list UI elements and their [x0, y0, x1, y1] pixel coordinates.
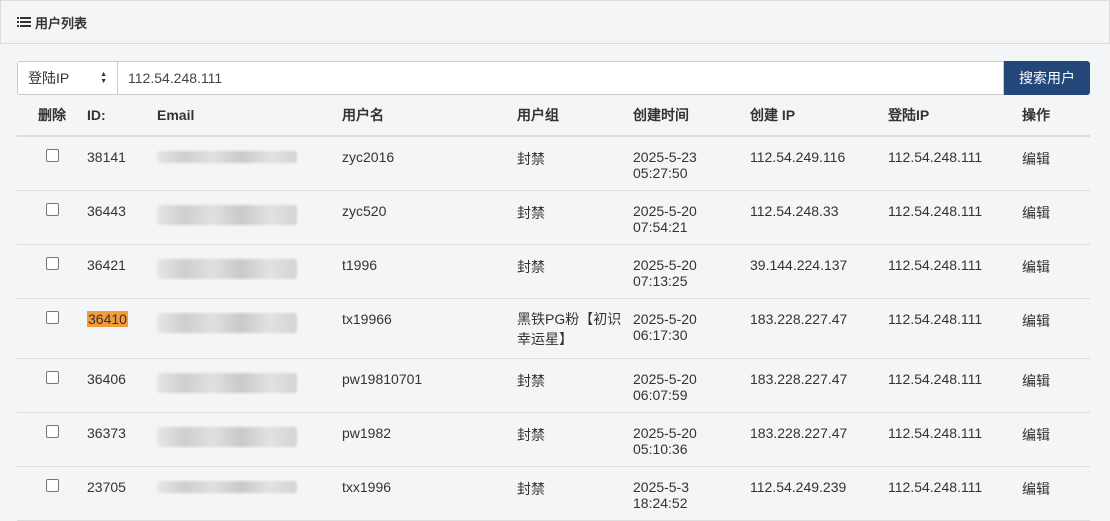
create-ip[interactable]: 112.54.249.116: [750, 136, 888, 191]
email-redacted: [157, 372, 297, 393]
create-ip[interactable]: 112.54.248.33: [750, 190, 888, 245]
created-time: 2025-5-20 07:13:25: [633, 244, 750, 299]
panel-title: 用户列表: [35, 15, 88, 31]
edit-link[interactable]: 编辑: [1022, 466, 1090, 521]
user-id: 38141: [87, 136, 157, 191]
email-redacted: [157, 426, 297, 447]
login-ip[interactable]: 112.54.248.111: [888, 136, 1022, 191]
delete-checkbox[interactable]: [45, 310, 59, 324]
email-redacted: [157, 151, 297, 163]
search-field-label: 登陆IP: [28, 70, 70, 86]
search-user-button[interactable]: 搜索用户: [1004, 61, 1090, 95]
table-row: 36443 zyc520 封禁 2025-5-20 07:54:21 112.54…: [17, 190, 1090, 245]
edit-link[interactable]: 编辑: [1022, 358, 1090, 413]
username: pw19810701: [342, 358, 517, 413]
user-group: 封禁: [517, 412, 633, 467]
user-group: 封禁: [517, 358, 633, 413]
edit-link[interactable]: 编辑: [1022, 244, 1090, 299]
created-time: 2025-5-20 06:07:59: [633, 358, 750, 413]
col-email: Email: [157, 95, 342, 137]
user-id: 36410: [87, 298, 157, 359]
created-time: 2025-5-23 05:27:50: [633, 136, 750, 191]
created-time: 2025-5-20 07:54:21: [633, 190, 750, 245]
username: tx19966: [342, 298, 517, 359]
col-id: ID:: [87, 95, 157, 137]
edit-link[interactable]: 编辑: [1022, 190, 1090, 245]
panel-header: 用户列表: [0, 0, 1110, 44]
search-field-select[interactable]: 登陆IP ▲ ▼: [17, 61, 117, 95]
login-ip[interactable]: 112.54.248.111: [888, 412, 1022, 467]
user-id: 23705: [87, 466, 157, 521]
col-create-ip: 创建 IP: [750, 95, 888, 137]
create-ip[interactable]: 183.228.227.47: [750, 412, 888, 467]
search-input[interactable]: [117, 61, 1004, 95]
user-group: 封禁: [517, 136, 633, 191]
table-row: 36406 pw19810701 封禁 2025-5-20 06:07:59 18…: [17, 358, 1090, 413]
create-ip[interactable]: 39.144.224.137: [750, 244, 888, 299]
email-redacted: [157, 312, 297, 333]
col-username: 用户名: [342, 95, 517, 137]
username: pw1982: [342, 412, 517, 467]
delete-checkbox[interactable]: [45, 370, 59, 384]
table-row: 36421 t1996 封禁 2025-5-20 07:13:25 39.144.…: [17, 244, 1090, 299]
create-ip[interactable]: 112.54.249.239: [750, 466, 888, 521]
col-created-time: 创建时间: [633, 95, 750, 137]
user-group: 黑铁PG粉【初识幸运星】: [517, 298, 633, 359]
list-icon: [17, 17, 31, 27]
created-time: 2025-5-20 05:10:36: [633, 412, 750, 467]
edit-link[interactable]: 编辑: [1022, 136, 1090, 191]
user-id: 36443: [87, 190, 157, 245]
username: zyc2016: [342, 136, 517, 191]
table-header-row: 删除 ID: Email 用户名 用户组 创建时间 创建 IP 登陆IP 操作: [17, 95, 1090, 137]
login-ip[interactable]: 112.54.248.111: [888, 298, 1022, 359]
select-arrows-icon: ▲ ▼: [100, 71, 107, 85]
login-ip[interactable]: 112.54.248.111: [888, 358, 1022, 413]
search-bar: 登陆IP ▲▼ 搜索用户: [17, 61, 1090, 95]
delete-checkbox[interactable]: [45, 256, 59, 270]
login-ip[interactable]: 112.54.248.111: [888, 190, 1022, 245]
delete-checkbox[interactable]: [45, 202, 59, 216]
delete-checkbox[interactable]: [45, 149, 59, 162]
user-group: 封禁: [517, 466, 633, 521]
login-ip[interactable]: 112.54.248.111: [888, 466, 1022, 521]
username: txx1996: [342, 466, 517, 521]
user-id: 36421: [87, 244, 157, 299]
table-row: 36373 pw1982 封禁 2025-5-20 05:10:36 183.22…: [17, 412, 1090, 467]
login-ip[interactable]: 112.54.248.111: [888, 244, 1022, 299]
email-redacted: [157, 258, 297, 279]
user-table: 删除 ID: Email 用户名 用户组 创建时间 创建 IP 登陆IP 操作 …: [17, 95, 1090, 521]
highlighted-id: 36410: [87, 310, 128, 327]
create-ip[interactable]: 183.228.227.47: [750, 358, 888, 413]
col-action: 操作: [1022, 95, 1090, 137]
created-time: 2025-5-3 18:24:52: [633, 466, 750, 521]
user-group: 封禁: [517, 190, 633, 245]
table-row: 36410 tx19966 黑铁PG粉【初识幸运星】 2025-5-20 06:1…: [17, 298, 1090, 359]
user-id: 36406: [87, 358, 157, 413]
user-id: 36373: [87, 412, 157, 467]
delete-checkbox[interactable]: [45, 424, 59, 438]
username: t1996: [342, 244, 517, 299]
user-group: 封禁: [517, 244, 633, 299]
col-usergroup: 用户组: [517, 95, 633, 137]
table-row: 23705 txx1996 封禁 2025-5-3 18:24:52 112.54…: [17, 466, 1090, 521]
col-delete: 删除: [17, 95, 87, 137]
email-redacted: [157, 204, 297, 225]
edit-link[interactable]: 编辑: [1022, 412, 1090, 467]
created-time: 2025-5-20 06:17:30: [633, 298, 750, 359]
username: zyc520: [342, 190, 517, 245]
create-ip[interactable]: 183.228.227.47: [750, 298, 888, 359]
edit-link[interactable]: 编辑: [1022, 298, 1090, 359]
email-redacted: [157, 480, 297, 493]
col-login-ip: 登陆IP: [888, 95, 1022, 137]
table-row: 38141 zyc2016 封禁 2025-5-23 05:27:50 112.5…: [17, 136, 1090, 191]
delete-checkbox[interactable]: [45, 478, 59, 492]
